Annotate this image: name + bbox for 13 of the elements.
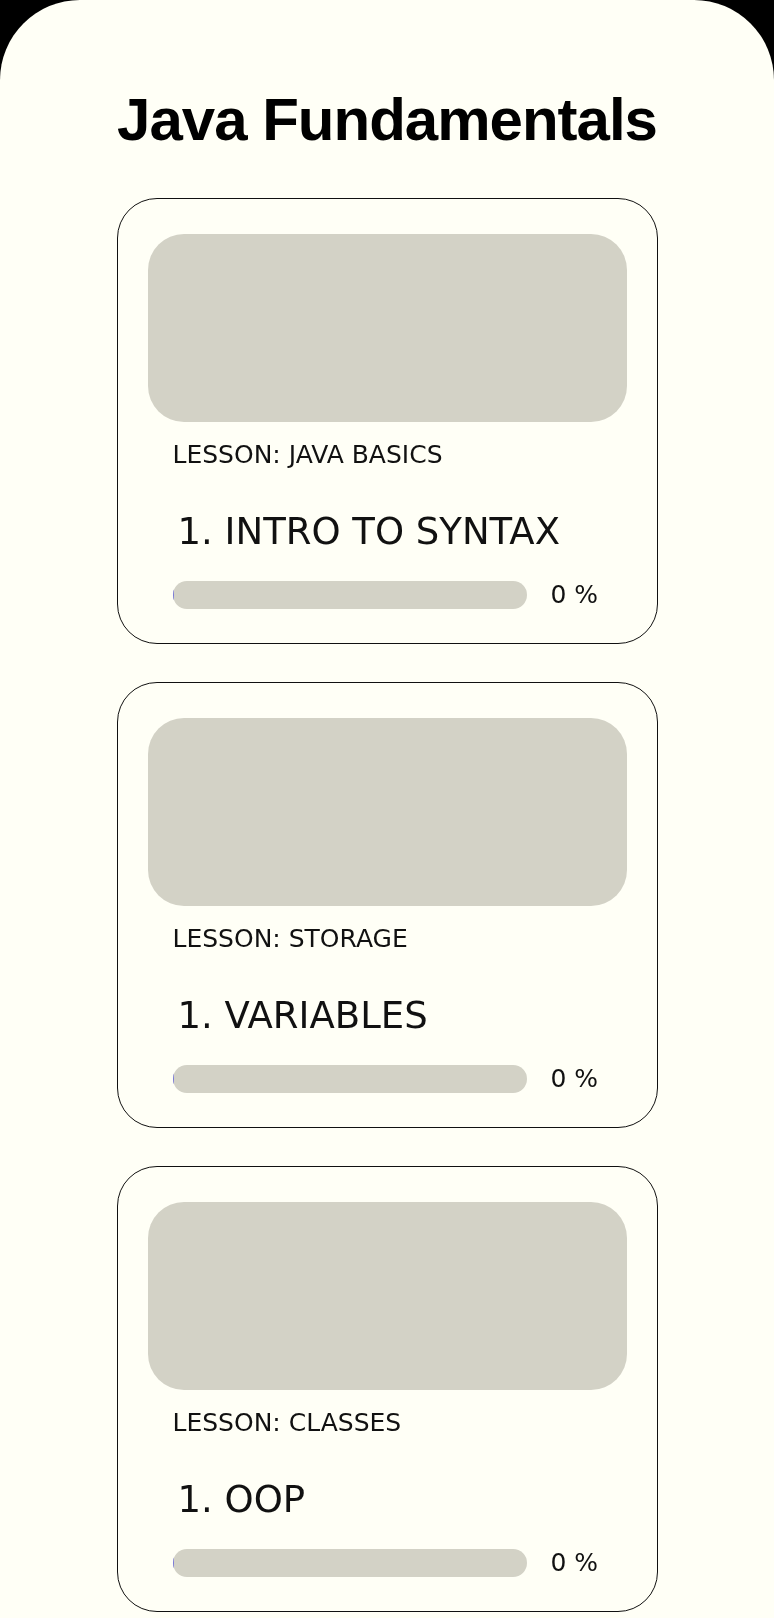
lesson-label: LESSON: STORAGE — [172, 923, 409, 955]
lesson-label: LESSON: JAVA BASICS — [172, 439, 444, 471]
progress-percent: 0 % — [550, 1548, 599, 1577]
lesson-card[interactable]: LESSON: JAVA BASICS 1. INTRO TO SYNTAX 0 % — [116, 198, 658, 644]
lesson-label: LESSON: CLASSES — [172, 1407, 403, 1439]
lesson-card[interactable]: LESSON: CLASSES 1. OOP 0 % — [116, 1166, 658, 1612]
page-title: Java Fundamentals — [117, 85, 657, 155]
lesson-item-title: 1. INTRO TO SYNTAX — [177, 509, 561, 555]
progress-percent: 0 % — [550, 1064, 599, 1093]
lesson-item-title: 1. OOP — [177, 1477, 307, 1523]
lesson-card[interactable]: LESSON: STORAGE 1. VARIABLES 0 % — [116, 682, 658, 1128]
lesson-item-title: 1. VARIABLES — [177, 993, 429, 1039]
progress-percent: 0 % — [550, 580, 599, 609]
